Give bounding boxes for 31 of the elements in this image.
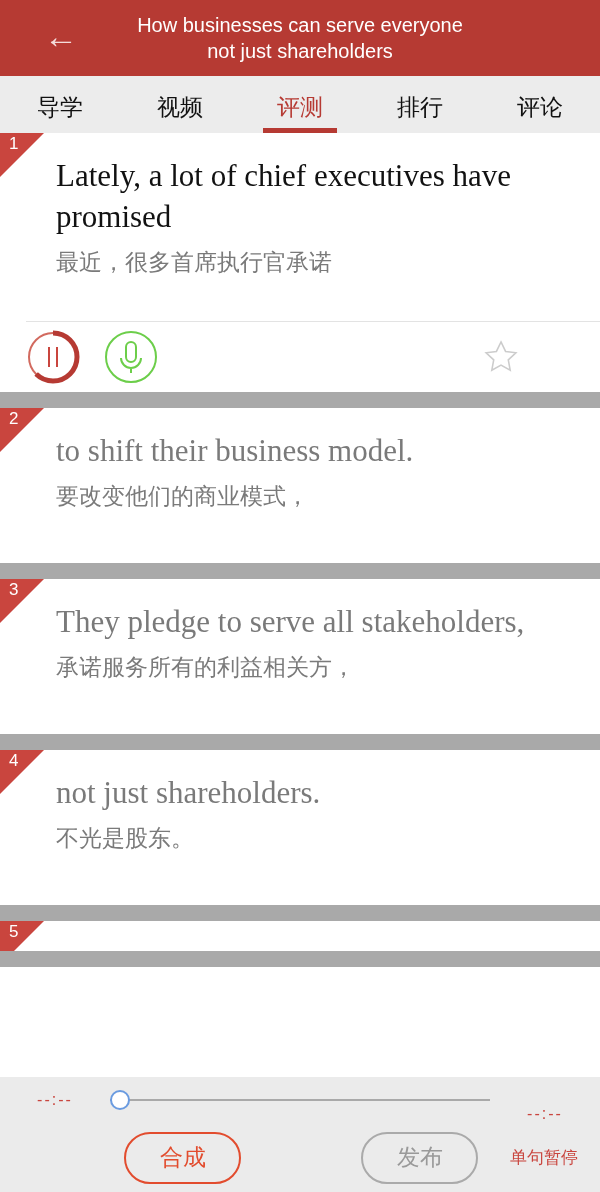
sentence-card[interactable]: 5: [0, 921, 600, 951]
back-button[interactable]: ←: [36, 16, 86, 56]
tab[interactable]: 导学: [23, 76, 97, 133]
english-sentence: They pledge to serve all stakeholders,: [56, 603, 526, 641]
elapsed-time: --:--: [37, 1091, 73, 1109]
chinese-translation: 承诺服务所有的利益相关方，: [56, 653, 356, 682]
sentence-card[interactable]: 2 to shift their business model. 要改变他们的商业模式，: [0, 408, 600, 563]
chinese-translation: 不光是股东。: [56, 824, 195, 853]
sentence-card[interactable]: 1 Lately, a lot of chief executives have promised 最近，很多首席执行官承诺: [0, 133, 600, 392]
tab[interactable]: 评论: [503, 76, 577, 133]
chinese-translation: 最近，很多首席执行官承诺: [56, 248, 333, 277]
english-sentence: to shift their business model.: [56, 432, 415, 470]
compose-button[interactable]: 合成: [124, 1131, 241, 1184]
sentence-card[interactable]: 4 not just shareholders. 不光是股东。: [0, 750, 600, 905]
microphone-icon[interactable]: [104, 330, 158, 384]
sentence-number: 5: [9, 921, 19, 943]
pause-toggle[interactable]: 单句暂停: [510, 1146, 578, 1169]
english-sentence: not just shareholders.: [56, 774, 322, 812]
sentence-card[interactable]: 3 They pledge to serve all stakeholders, 承诺服务所有的利益相关方，: [0, 579, 600, 734]
sentence-number: 2: [9, 408, 19, 430]
total-time: --:--: [527, 1105, 563, 1123]
english-sentence: Lately, a lot of chief executives have promised: [56, 157, 513, 236]
tab[interactable]: 排行: [383, 76, 457, 133]
page-title: How businesses can serve everyone not just shareholders: [136, 13, 464, 64]
chinese-translation: 要改变他们的商业模式，: [56, 482, 310, 511]
sentence-number: 3: [9, 579, 19, 601]
tab[interactable]: 视频: [143, 76, 217, 133]
progress-thumb[interactable]: [110, 1090, 130, 1110]
sentence-number: 4: [9, 750, 19, 772]
pause-icon[interactable]: [26, 330, 80, 384]
sentence-number: 1: [9, 133, 19, 155]
